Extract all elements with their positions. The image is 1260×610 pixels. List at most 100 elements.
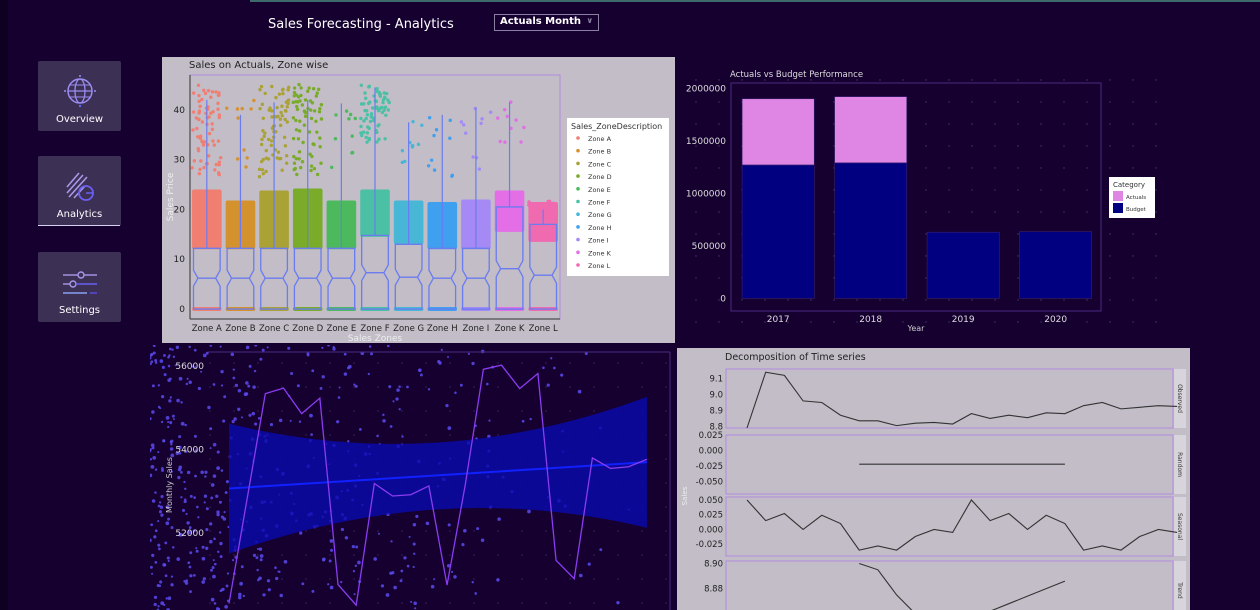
legend-label: Budget — [1126, 207, 1147, 213]
grid-dot — [1109, 167, 1111, 169]
y-tick-label: 1500000 — [686, 137, 726, 147]
legend-label: Zone K — [588, 249, 612, 257]
grid-dot — [497, 362, 499, 364]
scatter-point — [212, 574, 216, 579]
scatter-point — [373, 557, 377, 561]
x-tick-label: Zone H — [427, 324, 458, 334]
scatter-point — [480, 538, 485, 542]
scatter-point — [180, 471, 183, 474]
scatter-point — [219, 555, 223, 559]
grid-dot — [994, 101, 996, 103]
scatter-point — [154, 361, 158, 364]
grid-dot — [353, 554, 355, 556]
outlier-point — [471, 155, 475, 159]
outlier-point — [427, 116, 432, 120]
grid-dot — [1063, 167, 1065, 169]
scatter-point — [398, 408, 401, 411]
outlier-point — [297, 150, 302, 154]
grid-dot — [1155, 255, 1157, 257]
grid-dot — [879, 79, 881, 81]
sidebar-item-settings[interactable]: Settings — [38, 252, 121, 322]
grid-dot — [902, 321, 904, 323]
outlier-point — [286, 88, 290, 92]
outlier-point — [252, 98, 256, 103]
grid-dot — [1086, 79, 1088, 81]
grid-dot — [1017, 299, 1019, 301]
legend-swatch — [1113, 203, 1123, 213]
grid-dot — [718, 167, 720, 169]
grid-dot — [971, 211, 973, 213]
grid-dot — [305, 386, 307, 388]
scatter-point — [164, 541, 168, 545]
scatter-point — [172, 355, 176, 358]
grid-dot — [1132, 123, 1134, 125]
grid-dot — [1040, 299, 1042, 301]
outlier-point — [202, 88, 206, 93]
scatter-point — [189, 590, 192, 594]
scatter-point — [275, 576, 279, 581]
scatter-point — [183, 499, 187, 504]
scatter-point — [157, 605, 160, 608]
grid-dot — [617, 530, 619, 532]
scatter-point — [393, 585, 397, 590]
scatter-point — [354, 384, 358, 388]
scatter-point — [158, 510, 163, 514]
scatter-point — [212, 442, 217, 447]
scatter-point — [209, 447, 212, 450]
sidebar-item-analytics[interactable]: Analytics — [38, 156, 121, 226]
grid-dot — [473, 530, 475, 532]
grid-dot — [569, 410, 571, 412]
scatter-point — [560, 373, 564, 377]
outlier-point — [260, 102, 265, 107]
scatter-point — [212, 383, 216, 386]
chart-title: Sales on Actuals, Zone wise — [189, 60, 328, 71]
scatter-point — [252, 553, 257, 557]
grid-dot — [925, 79, 927, 81]
x-axis-label: Year — [907, 324, 926, 333]
grid-dot — [1132, 79, 1134, 81]
scatter-point — [368, 345, 372, 348]
grid-dot — [1063, 189, 1065, 191]
sidebar-item-overview[interactable]: Overview — [38, 61, 121, 131]
grid-dot — [425, 434, 427, 436]
outlier-point — [270, 109, 274, 113]
x-tick-label: Zone F — [360, 324, 389, 334]
grid-dot — [1040, 145, 1042, 147]
scatter-point — [226, 572, 230, 575]
outlier-point — [359, 116, 363, 121]
scatter-point — [459, 383, 463, 387]
scatter-point — [248, 413, 252, 417]
scatter-point — [225, 584, 229, 588]
scatter-point — [163, 563, 167, 567]
scatter-point — [382, 413, 385, 417]
scatter-point — [150, 565, 153, 569]
outlier-point — [365, 113, 370, 117]
grid-dot — [233, 410, 235, 412]
scatter-point — [170, 575, 174, 578]
grid-dot — [521, 554, 523, 556]
scatter-point — [197, 516, 200, 519]
grid-dot — [718, 211, 720, 213]
period-dropdown[interactable]: Actuals Month ∨ — [494, 14, 599, 31]
scatter-point — [180, 421, 185, 426]
grid-dot — [1155, 145, 1157, 147]
grid-dot — [401, 530, 403, 532]
outlier-point — [448, 118, 452, 123]
grid-dot — [497, 554, 499, 556]
scatter-point — [329, 585, 334, 590]
scatter-point — [327, 583, 330, 586]
grid-dot — [741, 299, 743, 301]
grid-dot — [401, 410, 403, 412]
legend-marker — [576, 212, 580, 216]
grid-dot — [1086, 321, 1088, 323]
scatter-point — [461, 543, 465, 547]
scatter-point — [185, 579, 188, 582]
scatter-point — [454, 391, 457, 394]
grid-dot — [1017, 211, 1019, 213]
scatter-point — [157, 520, 160, 523]
scatter-point — [200, 470, 204, 475]
legend-marker — [576, 187, 580, 191]
scatter-point — [178, 465, 183, 470]
scatter-point — [220, 384, 224, 387]
grid-dot — [971, 299, 973, 301]
